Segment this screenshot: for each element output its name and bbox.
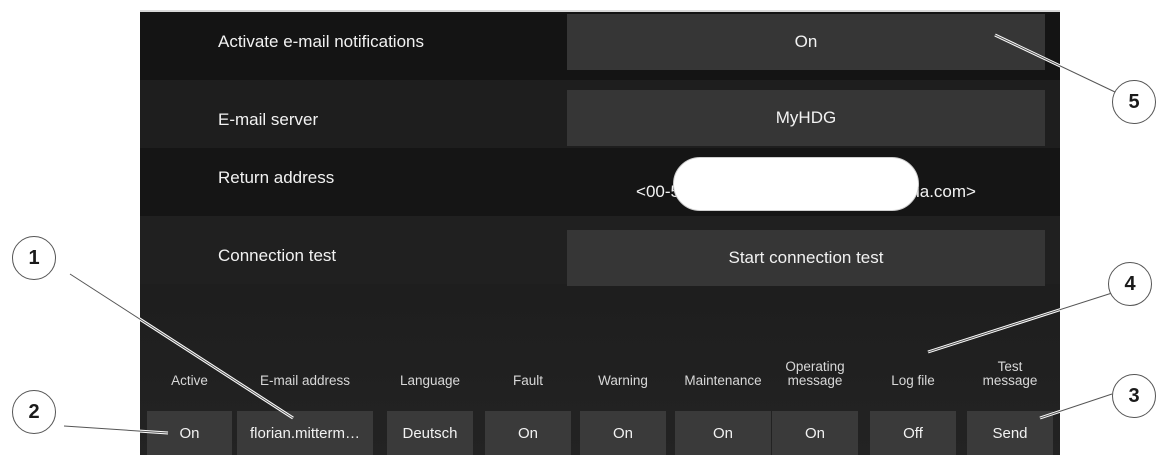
callout-leader-lines [63, 33, 1116, 435]
callout-2: 2 [12, 390, 56, 434]
callout-1: 1 [12, 236, 56, 280]
callout-3: 3 [1112, 374, 1156, 418]
callout-4: 4 [1108, 262, 1152, 306]
callout-5: 5 [1112, 80, 1156, 124]
